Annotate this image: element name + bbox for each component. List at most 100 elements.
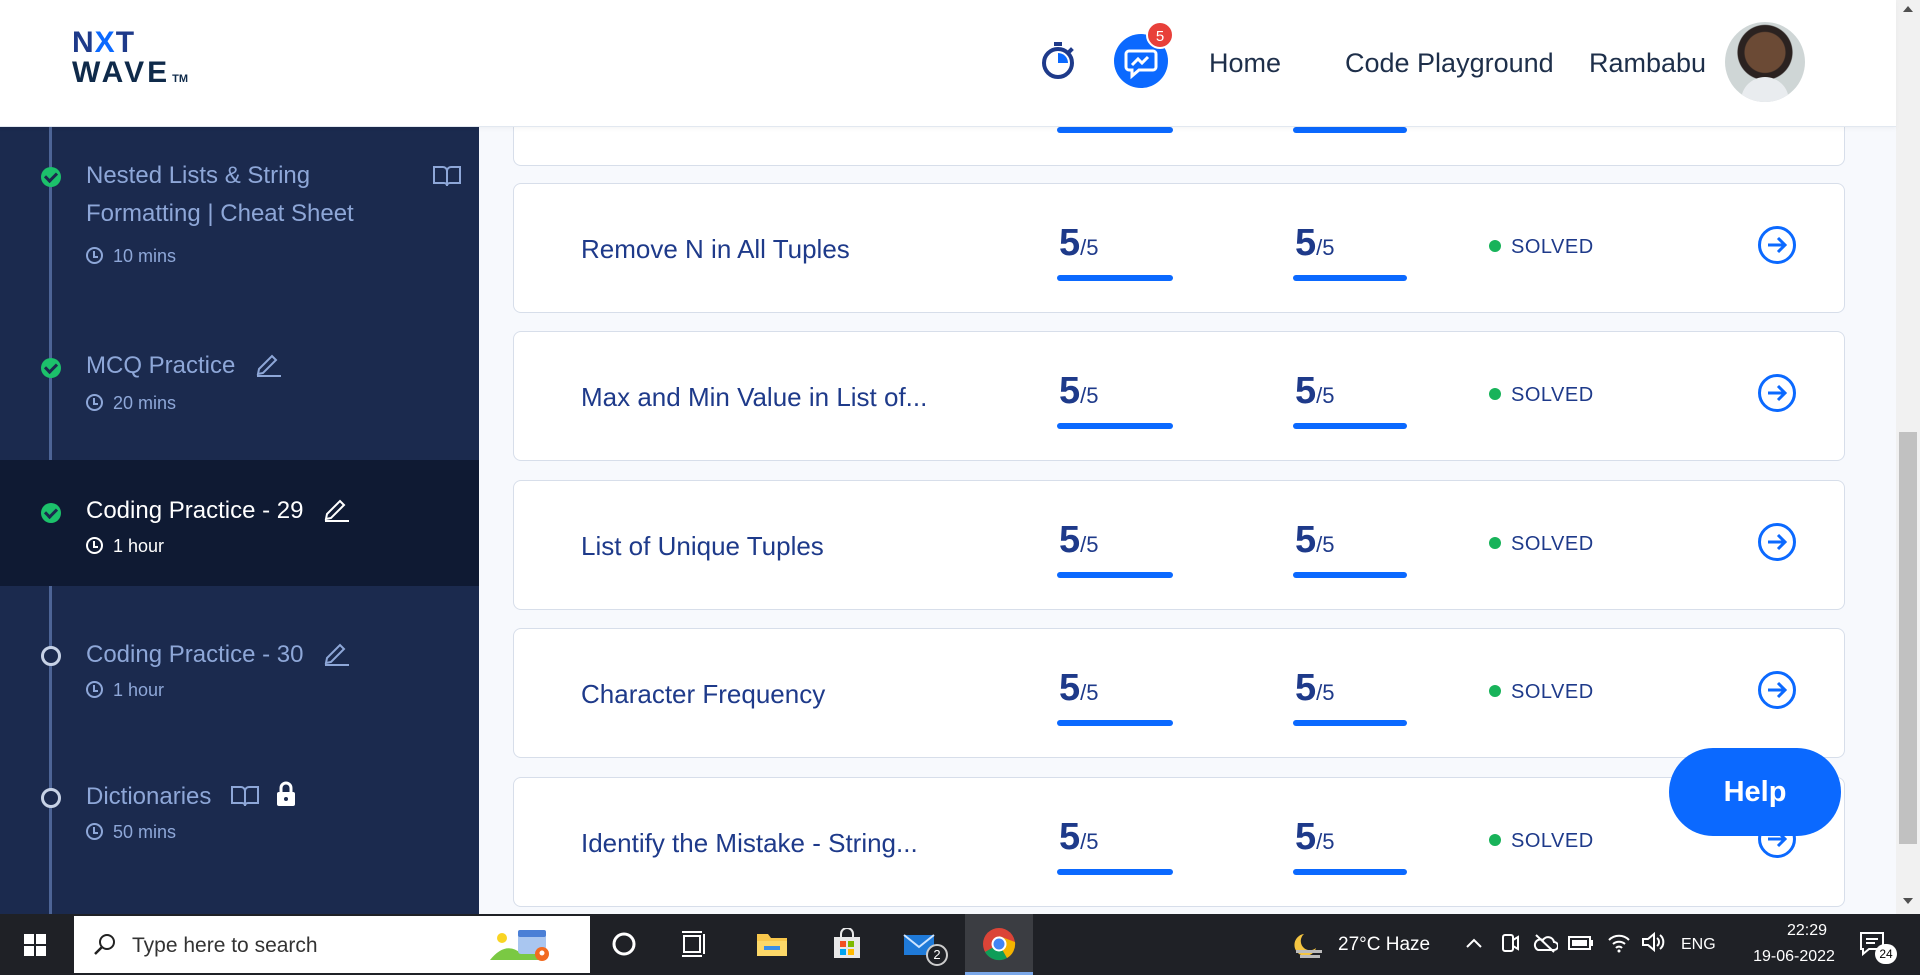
score-readout-2: 5/5 (1295, 816, 1335, 859)
chevron-up-icon[interactable] (1465, 936, 1483, 950)
arrow-right-circle-icon[interactable] (1757, 522, 1797, 562)
clock-icon (86, 823, 103, 840)
solved-dot-icon (1489, 685, 1501, 697)
cortana-icon[interactable] (607, 928, 641, 960)
score-progress-bar (1057, 869, 1173, 875)
arrow-right-circle-icon[interactable] (1757, 373, 1797, 413)
logo-text-t: T (115, 26, 136, 59)
user-avatar[interactable] (1725, 22, 1805, 102)
score-progress-bar (1293, 869, 1407, 875)
sidebar-item-coding-practice-29[interactable]: Coding Practice - 29 1 hour (0, 460, 479, 586)
sidebar-item-title: MCQ Practice (86, 352, 236, 379)
question-title: List of Unique Tuples (581, 531, 824, 561)
chrome-taskbar-button[interactable] (965, 914, 1033, 975)
scrollbar-thumb[interactable] (1899, 432, 1917, 844)
windows-start-icon[interactable] (24, 934, 47, 957)
question-card[interactable]: Max and Min Value in List of... 5/5 5/5 … (513, 331, 1845, 461)
nxtwave-logo[interactable]: NXT WAVE TM (72, 28, 188, 94)
file-explorer-icon[interactable] (755, 928, 789, 960)
incomplete-circle-icon (41, 646, 61, 666)
scroll-up-arrow-icon[interactable] (1903, 6, 1913, 12)
solved-dot-icon (1489, 240, 1501, 252)
sidebar-item-coding-practice-30[interactable]: Coding Practice - 30 1 hour (0, 604, 479, 724)
page-scrollbar[interactable] (1896, 0, 1920, 914)
search-highlight-calendar-icon (490, 930, 549, 961)
sidebar-item-mcq-practice[interactable]: MCQ Practice 20 mins (0, 316, 479, 436)
question-title: Remove N in All Tuples (581, 234, 850, 264)
status-badge: SOLVED (1489, 236, 1594, 259)
score-value: 5 (1059, 816, 1081, 858)
solved-dot-icon (1489, 834, 1501, 846)
meet-now-icon[interactable] (1500, 932, 1520, 954)
edit-pencil-icon (324, 643, 350, 666)
score-total: /5 (1316, 383, 1335, 408)
question-card[interactable]: List of Unique Tuples 5/5 5/5 SOLVED (513, 480, 1845, 610)
book-icon (433, 166, 461, 187)
onedrive-icon[interactable] (1532, 933, 1558, 953)
duration-text: 20 mins (113, 393, 177, 413)
user-name[interactable]: Rambabu (1589, 48, 1706, 79)
duration-text: 10 mins (113, 246, 177, 266)
score-readout-2: 5/5 (1295, 222, 1335, 265)
score-readout-1: 5/5 (1059, 222, 1099, 265)
score-readout-1: 5/5 (1059, 519, 1099, 562)
score-value: 5 (1295, 816, 1317, 858)
battery-icon[interactable] (1568, 935, 1594, 951)
wifi-icon[interactable] (1606, 930, 1632, 954)
help-button[interactable]: Help (1669, 748, 1841, 836)
score-readout-2: 5/5 (1295, 667, 1335, 710)
score-value: 5 (1059, 222, 1081, 264)
sidebar-item-title: Nested Lists & String Formatting | Cheat… (86, 157, 354, 233)
completed-check-icon (41, 503, 61, 523)
taskbar-date[interactable]: 19-06-2022 (1735, 948, 1853, 966)
score-progress-bar (1057, 720, 1173, 726)
question-card[interactable]: Remove N in All Tuples 5/5 5/5 SOLVED (513, 183, 1845, 313)
score-progress-bar (1293, 127, 1407, 133)
volume-icon[interactable] (1640, 930, 1666, 954)
nav-code-playground-link[interactable]: Code Playground (1345, 48, 1554, 79)
status-text: SOLVED (1511, 384, 1594, 406)
duration-text: 1 hour (113, 680, 165, 700)
nav-home-link[interactable]: Home (1209, 48, 1281, 79)
score-value: 5 (1295, 667, 1317, 709)
scroll-down-arrow-icon[interactable] (1903, 898, 1913, 904)
sidebar-item-title: Dictionaries (86, 783, 212, 810)
score-value: 5 (1295, 222, 1317, 264)
score-value: 5 (1059, 667, 1081, 709)
score-total: /5 (1316, 680, 1335, 705)
clock-icon (86, 394, 103, 411)
score-progress-bar (1057, 423, 1173, 429)
notification-count-badge: 24 (1875, 944, 1897, 964)
solved-dot-icon (1489, 388, 1501, 400)
status-badge: SOLVED (1489, 533, 1594, 556)
score-readout-2: 5/5 (1295, 370, 1335, 413)
book-icon (231, 786, 260, 807)
sidebar-item-duration: 10 mins (86, 246, 176, 267)
sidebar-item-nested-lists-cheat-sheet[interactable]: Nested Lists & String Formatting | Cheat… (0, 126, 479, 286)
weather-text[interactable]: 27°C Haze (1338, 934, 1430, 956)
search-icon (94, 934, 115, 955)
score-readout-2: 5/5 (1295, 519, 1335, 562)
sidebar-item-dictionaries[interactable]: Dictionaries 50 mins (0, 746, 479, 866)
taskbar-time[interactable]: 22:29 (1762, 922, 1852, 940)
arrow-right-circle-icon[interactable] (1757, 225, 1797, 265)
question-card[interactable]: Character Frequency 5/5 5/5 SOLVED (513, 628, 1845, 758)
score-value: 5 (1059, 519, 1081, 561)
status-badge: SOLVED (1489, 681, 1594, 704)
taskbar-search-box[interactable]: Type here to search (74, 916, 590, 973)
score-progress-bar (1057, 572, 1173, 578)
stopwatch-icon[interactable] (1038, 40, 1078, 80)
task-view-icon[interactable] (678, 928, 712, 960)
language-indicator[interactable]: ENG (1681, 936, 1716, 954)
score-progress-bar (1293, 423, 1407, 429)
microsoft-store-icon[interactable] (830, 928, 864, 960)
question-card[interactable]: Identify the Mistake - String... 5/5 5/5… (513, 777, 1845, 907)
question-title: Character Frequency (581, 679, 826, 709)
solved-dot-icon (1489, 537, 1501, 549)
mail-badge: 2 (926, 944, 948, 966)
sidebar-item-duration: 1 hour (86, 680, 164, 701)
sidebar-item-title: Coding Practice - 29 (86, 497, 304, 524)
score-progress-bar (1057, 275, 1173, 281)
arrow-right-circle-icon[interactable] (1757, 670, 1797, 710)
sidebar-item-duration: 20 mins (86, 393, 176, 414)
